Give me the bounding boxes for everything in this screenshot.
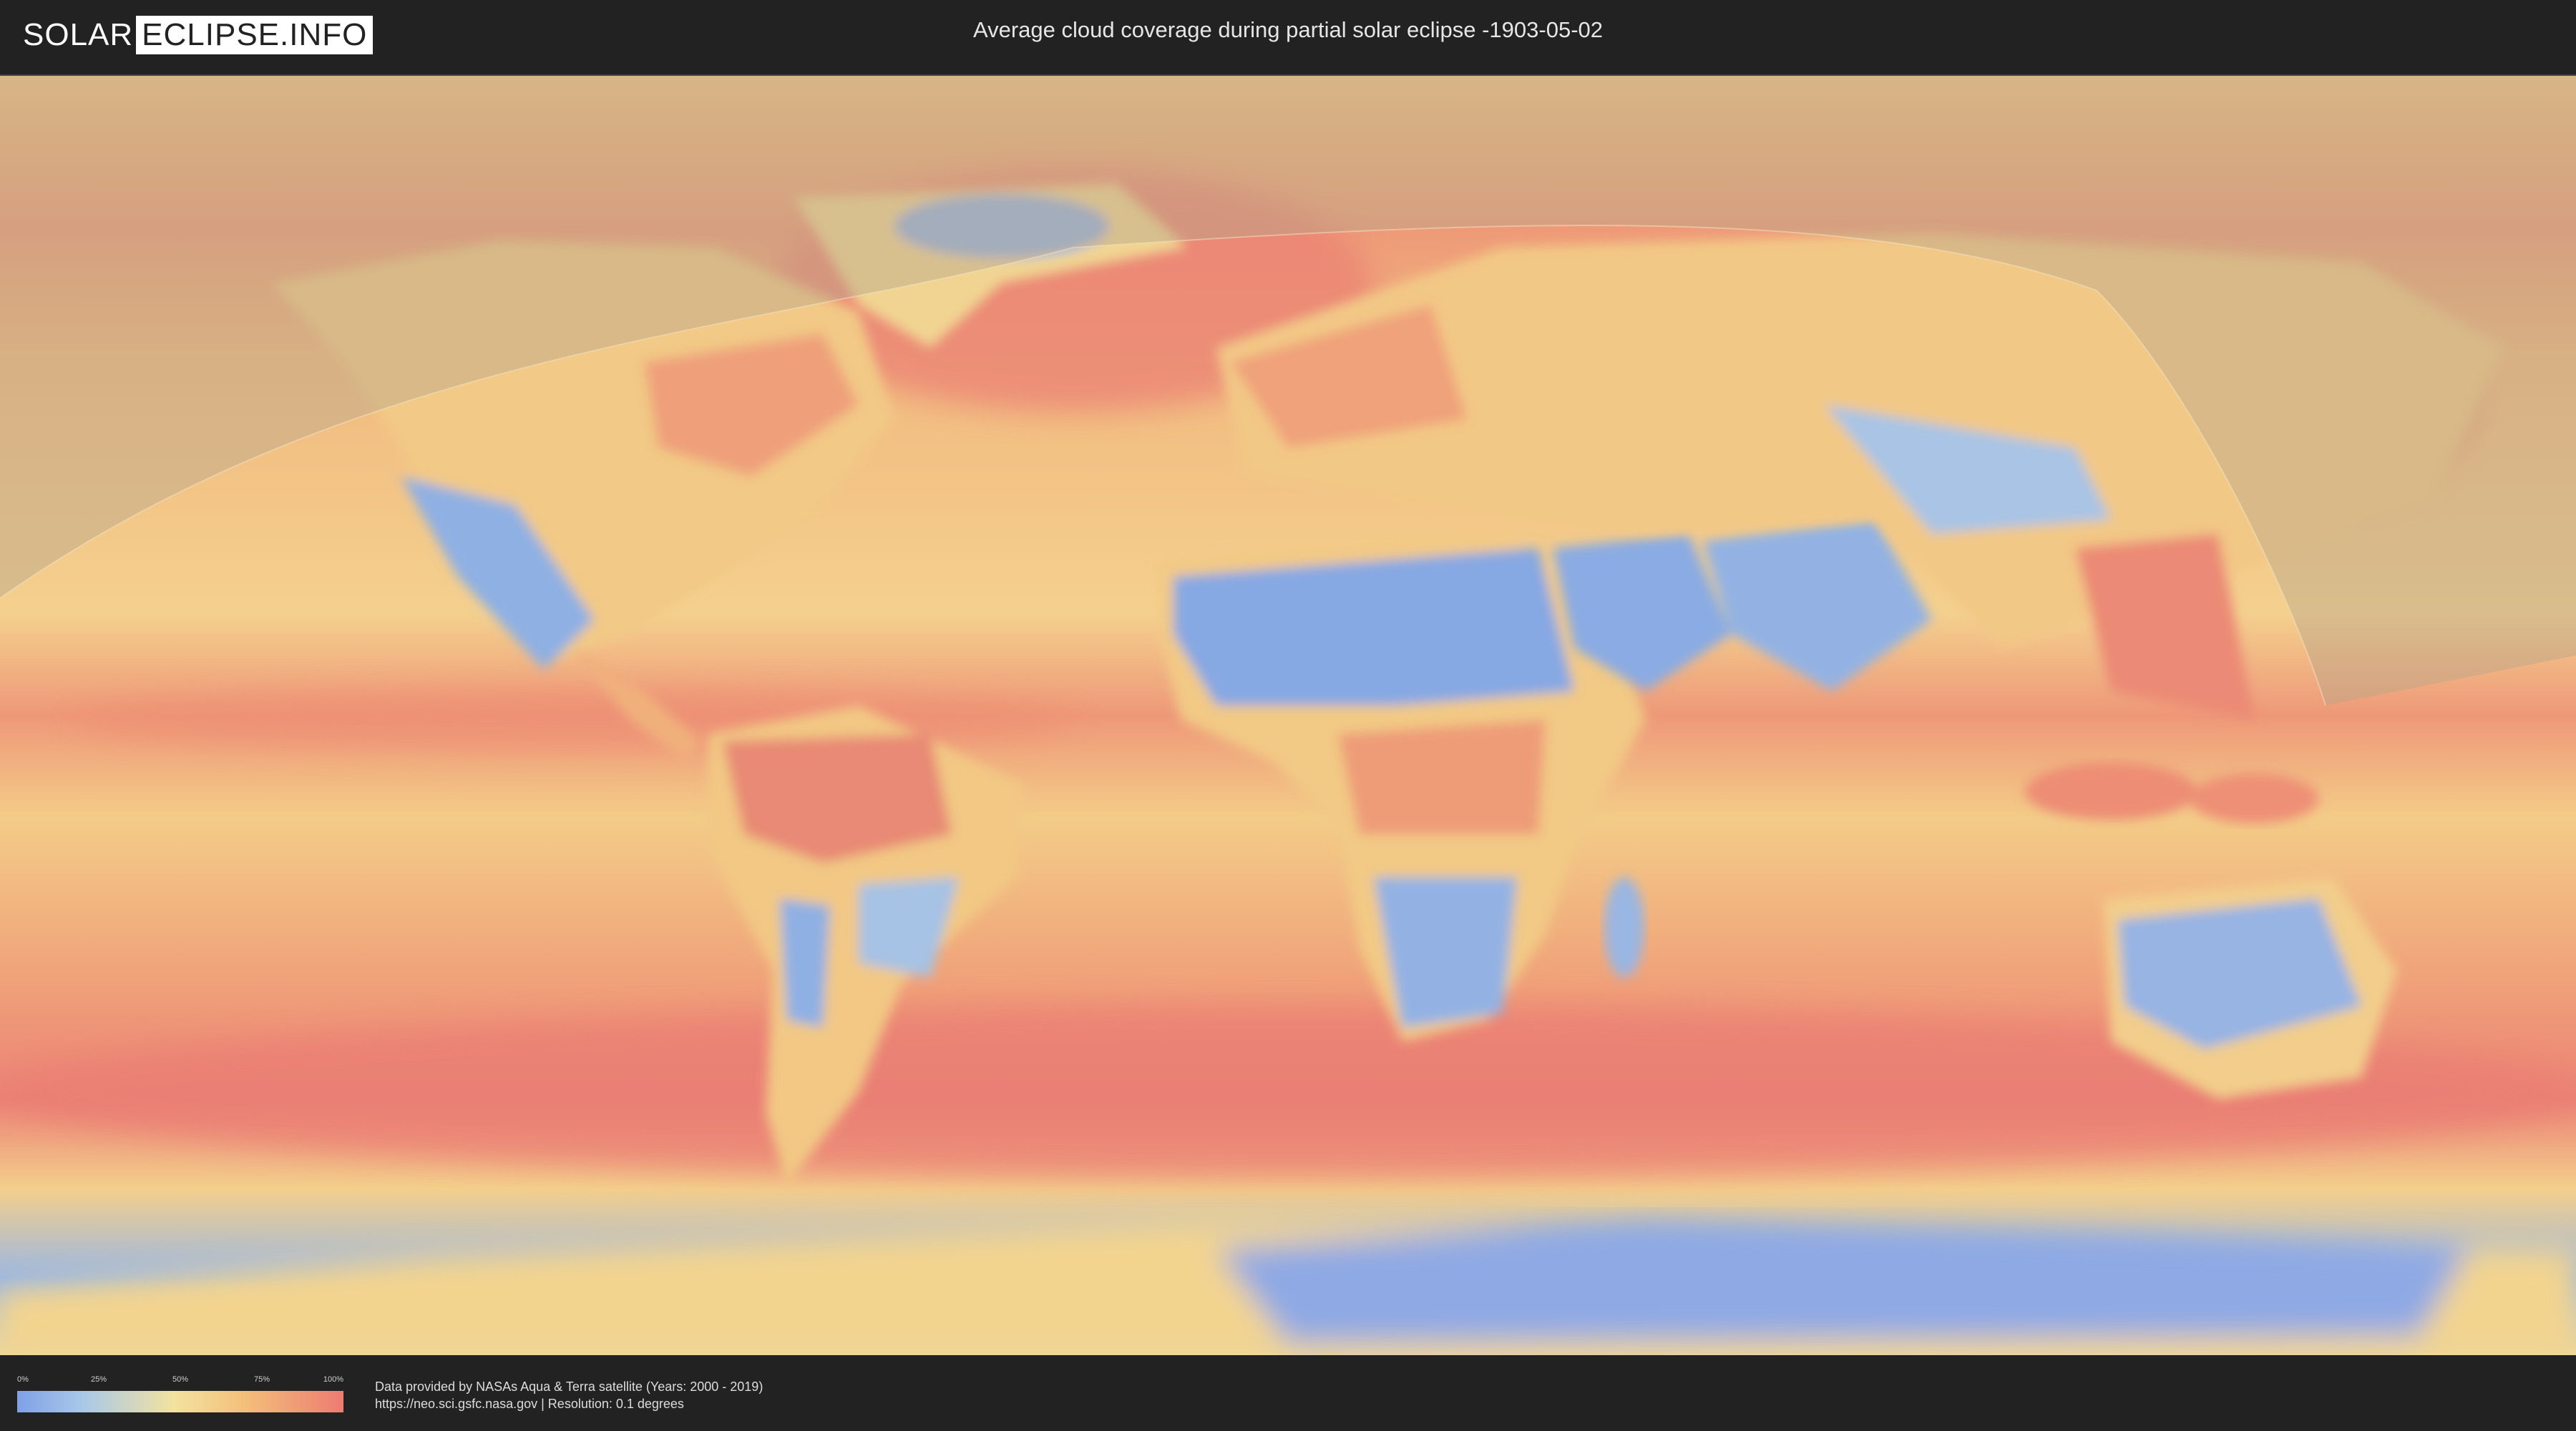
data-credit-line: Data provided by NASAs Aqua & Terra sate…	[375, 1379, 763, 1394]
data-source-line: https://neo.sci.gsfc.nasa.gov | Resoluti…	[375, 1397, 684, 1411]
legend-tick-0: 0%	[17, 1375, 29, 1384]
madagascar	[1604, 877, 1644, 977]
cloud-coverage-map[interactable]	[0, 74, 2576, 1357]
cloud-coverage-legend-bar	[17, 1391, 343, 1412]
legend-tick-50: 50%	[172, 1375, 189, 1384]
header-bar: SOLAR ECLIPSE.INFO Average cloud coverag…	[0, 0, 2576, 72]
legend-tick-100: 100%	[323, 1375, 343, 1384]
page-title: Average cloud coverage during partial so…	[972, 17, 1604, 42]
legend-tick-25: 25%	[90, 1375, 107, 1384]
legend-tick-75: 75%	[253, 1375, 270, 1384]
legend-tick-labels: 0% 25% 50% 75% 100%	[17, 1375, 343, 1385]
